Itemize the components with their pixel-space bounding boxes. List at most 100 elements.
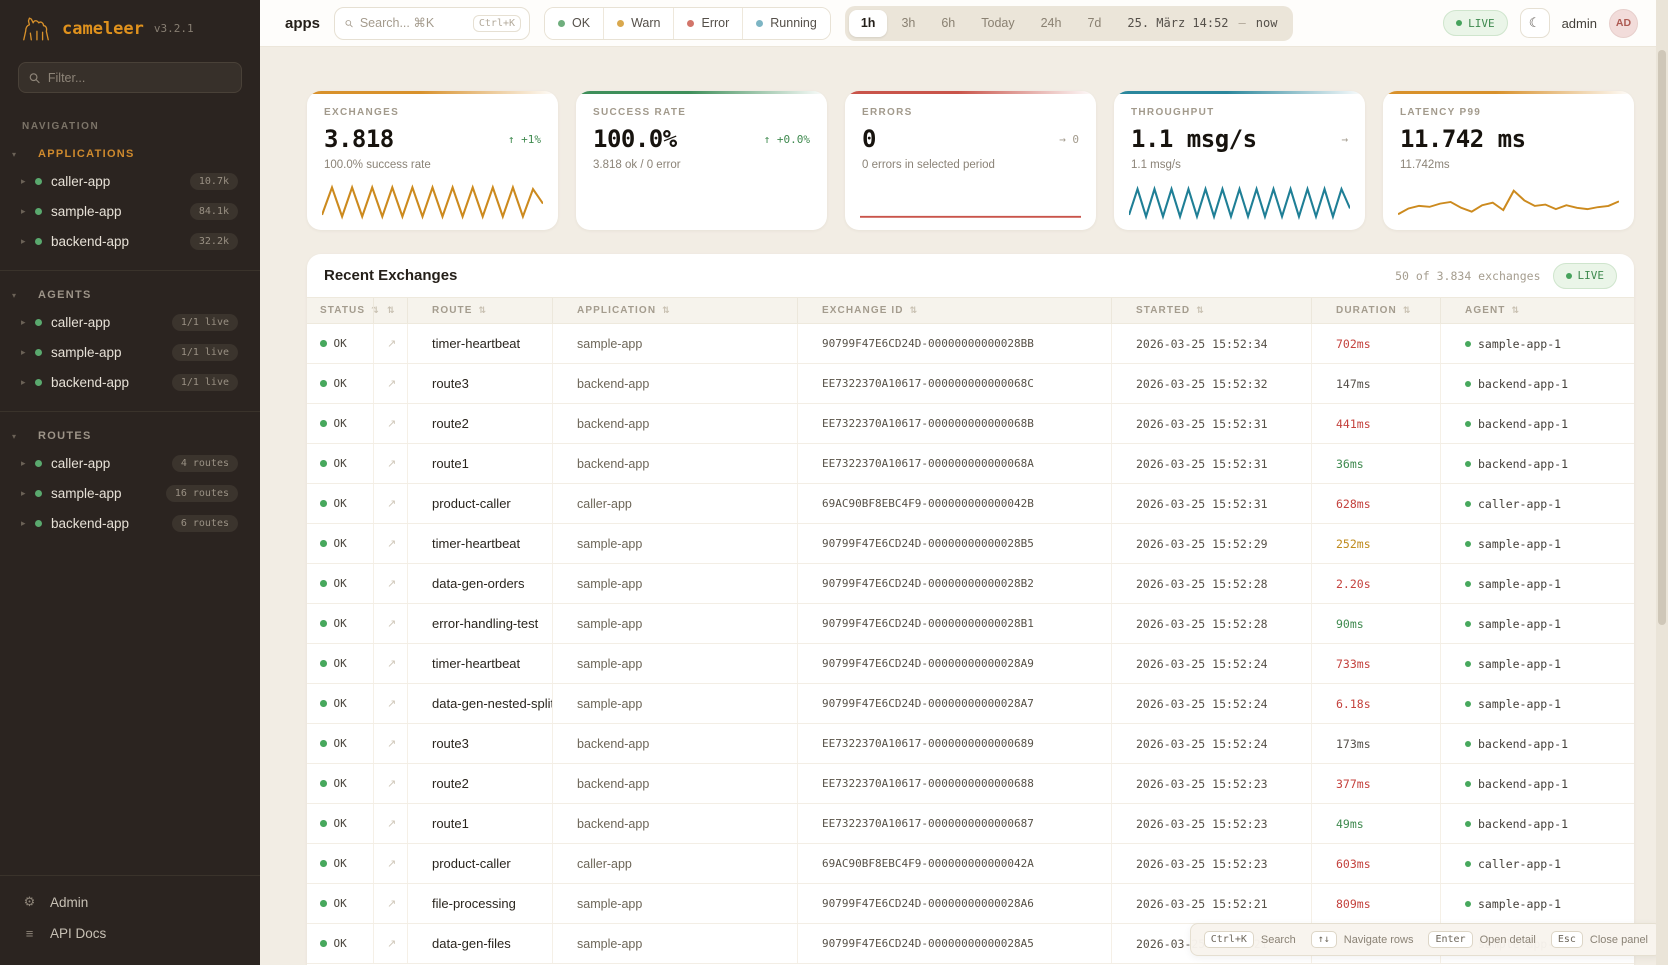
status-filter-error[interactable]: Error xyxy=(673,8,742,39)
open-detail-icon[interactable]: ↗ xyxy=(373,364,407,403)
status-filter-ok[interactable]: OK xyxy=(545,8,603,39)
agent-name: sample-app-1 xyxy=(1478,697,1561,711)
time-range-7d[interactable]: 7d xyxy=(1075,10,1113,37)
column-header-route[interactable]: ROUTE⇅ xyxy=(407,298,552,323)
table-row[interactable]: OK↗timer-heartbeatsample-app90799F47E6CD… xyxy=(307,644,1634,684)
status-filter-running[interactable]: Running xyxy=(742,8,830,39)
application-name: sample-app xyxy=(552,644,797,683)
scrollbar-thumb[interactable] xyxy=(1658,50,1666,625)
column-header-exchange-id[interactable]: EXCHANGE ID⇅ xyxy=(797,298,1111,323)
stat-delta: → 0 xyxy=(1059,133,1079,146)
sidebar-filter[interactable] xyxy=(18,62,242,93)
status-dot-icon xyxy=(756,20,763,27)
column-header-status[interactable]: STATUS⇅ xyxy=(307,298,373,323)
open-detail-icon[interactable]: ↗ xyxy=(373,724,407,763)
open-detail-icon[interactable]: ↗ xyxy=(373,444,407,483)
chevron-right-icon: ▸ xyxy=(21,458,35,469)
section-header-applications[interactable]: ▾APPLICATIONS xyxy=(0,140,260,166)
open-detail-icon[interactable]: ↗ xyxy=(373,764,407,803)
open-detail-icon[interactable]: ↗ xyxy=(373,644,407,683)
column-header-agent[interactable]: AGENT⇅ xyxy=(1440,298,1634,323)
page-scrollbar[interactable] xyxy=(1656,0,1668,965)
route-name: data-gen-nested-split xyxy=(407,684,552,723)
table-row[interactable]: OK↗timer-heartbeatsample-app90799F47E6CD… xyxy=(307,324,1634,364)
sidebar-footer-api-docs[interactable]: ≡API Docs xyxy=(0,918,260,949)
exchange-id: 90799F47E6CD24D-00000000000028A5 xyxy=(797,924,1111,963)
avatar[interactable]: AD xyxy=(1609,9,1638,38)
hint-close-panel: EscClose panel xyxy=(1551,931,1648,948)
table-row[interactable]: OK↗timer-heartbeatsample-app90799F47E6CD… xyxy=(307,524,1634,564)
table-row[interactable]: OK↗route3backend-appEE7322370A10617-0000… xyxy=(307,724,1634,764)
table-live-badge[interactable]: LIVE xyxy=(1553,263,1618,289)
table-row[interactable]: OK↗data-gen-orderssample-app90799F47E6CD… xyxy=(307,564,1634,604)
time-range-24h[interactable]: 24h xyxy=(1029,10,1074,37)
sidebar-item-caller-app[interactable]: ▸caller-app10.7k xyxy=(0,166,260,196)
table-row[interactable]: OK↗route3backend-appEE7322370A10617-0000… xyxy=(307,364,1634,404)
open-detail-icon[interactable]: ↗ xyxy=(373,844,407,883)
table-row[interactable]: OK↗data-gen-nested-splitsample-app90799F… xyxy=(307,684,1634,724)
open-detail-icon[interactable]: ↗ xyxy=(373,804,407,843)
column-header-started[interactable]: STARTED⇅ xyxy=(1111,298,1311,323)
route-name: route2 xyxy=(407,404,552,443)
sidebar-item-sample-app[interactable]: ▸sample-app84.1k xyxy=(0,196,260,226)
sidebar-item-caller-app[interactable]: ▸caller-app4 routes xyxy=(0,448,260,478)
sidebar-item-sample-app[interactable]: ▸sample-app16 routes xyxy=(0,478,260,508)
section-header-agents[interactable]: ▾AGENTS xyxy=(0,281,260,307)
stat-subtext: 11.742ms xyxy=(1400,159,1617,171)
sidebar-item-backend-app[interactable]: ▸backend-app6 routes xyxy=(0,508,260,538)
table-row[interactable]: OK↗route2backend-appEE7322370A10617-0000… xyxy=(307,404,1634,444)
open-detail-icon[interactable]: ↗ xyxy=(373,524,407,563)
filter-input[interactable] xyxy=(48,71,231,85)
theme-toggle[interactable]: ☾ xyxy=(1520,8,1550,38)
sidebar-footer: ⚙Admin≡API Docs xyxy=(0,875,260,965)
open-detail-icon[interactable]: ↗ xyxy=(373,924,407,963)
application-name: sample-app xyxy=(552,604,797,643)
chevron-right-icon: ▸ xyxy=(21,377,35,388)
table-row[interactable]: OK↗product-callercaller-app69AC90BF8EBC4… xyxy=(307,484,1634,524)
time-range-3h[interactable]: 3h xyxy=(889,10,927,37)
sidebar-item-sample-app[interactable]: ▸sample-app1/1 live xyxy=(0,337,260,367)
application-name: backend-app xyxy=(552,404,797,443)
footer-item-label: API Docs xyxy=(50,926,106,941)
stat-value: 11.742 ms xyxy=(1400,125,1526,153)
agent-cell: sample-app-1 xyxy=(1440,884,1634,923)
table-row[interactable]: OK↗route1backend-appEE7322370A10617-0000… xyxy=(307,804,1634,844)
open-detail-icon[interactable]: ↗ xyxy=(373,884,407,923)
time-range-6h[interactable]: 6h xyxy=(929,10,967,37)
column-header-application[interactable]: APPLICATION⇅ xyxy=(552,298,797,323)
started-timestamp: 2026-03-25 15:52:31 xyxy=(1111,444,1311,483)
open-detail-icon[interactable]: ↗ xyxy=(373,324,407,363)
open-detail-icon[interactable]: ↗ xyxy=(373,404,407,443)
sidebar-section-routes: ▾ROUTES▸caller-app4 routes▸sample-app16 … xyxy=(0,411,260,546)
sort-icon: ⇅ xyxy=(479,306,488,316)
time-range-1h[interactable]: 1h xyxy=(849,10,888,37)
open-detail-icon[interactable]: ↗ xyxy=(373,484,407,523)
sidebar-item-caller-app[interactable]: ▸caller-app1/1 live xyxy=(0,307,260,337)
status-dot-icon xyxy=(35,349,42,356)
table-row[interactable]: OK↗product-callercaller-app69AC90BF8EBC4… xyxy=(307,844,1634,884)
exchange-count-summary: 50 of 3.834 exchanges xyxy=(1395,269,1540,283)
time-range-today[interactable]: Today xyxy=(969,10,1026,37)
search-input[interactable] xyxy=(360,16,466,30)
table-row[interactable]: OK↗error-handling-testsample-app90799F47… xyxy=(307,604,1634,644)
table-row[interactable]: OK↗file-processingsample-app90799F47E6CD… xyxy=(307,884,1634,924)
status-dot-icon xyxy=(35,208,42,215)
sidebar-footer-admin[interactable]: ⚙Admin xyxy=(0,886,260,918)
sidebar-item-backend-app[interactable]: ▸backend-app32.2k xyxy=(0,226,260,256)
open-detail-icon[interactable]: ↗ xyxy=(373,604,407,643)
route-name: route2 xyxy=(407,764,552,803)
status-cell: OK xyxy=(307,884,373,923)
sidebar-item-backend-app[interactable]: ▸backend-app1/1 live xyxy=(0,367,260,397)
live-badge[interactable]: LIVE xyxy=(1443,10,1508,36)
exchange-id: 90799F47E6CD24D-00000000000028B1 xyxy=(797,604,1111,643)
stat-subtext: 100.0% success rate xyxy=(324,159,541,171)
table-row[interactable]: OK↗route1backend-appEE7322370A10617-0000… xyxy=(307,444,1634,484)
section-header-routes[interactable]: ▾ROUTES xyxy=(0,422,260,448)
open-detail-icon[interactable]: ↗ xyxy=(373,684,407,723)
table-row[interactable]: OK↗route2backend-appEE7322370A10617-0000… xyxy=(307,764,1634,804)
column-header-duration[interactable]: DURATION⇅ xyxy=(1311,298,1440,323)
open-detail-icon[interactable]: ↗ xyxy=(373,564,407,603)
global-search[interactable]: Ctrl+K xyxy=(334,7,530,40)
status-filter-warn[interactable]: Warn xyxy=(603,8,673,39)
column-header-expand[interactable]: ⇅ xyxy=(373,298,407,323)
